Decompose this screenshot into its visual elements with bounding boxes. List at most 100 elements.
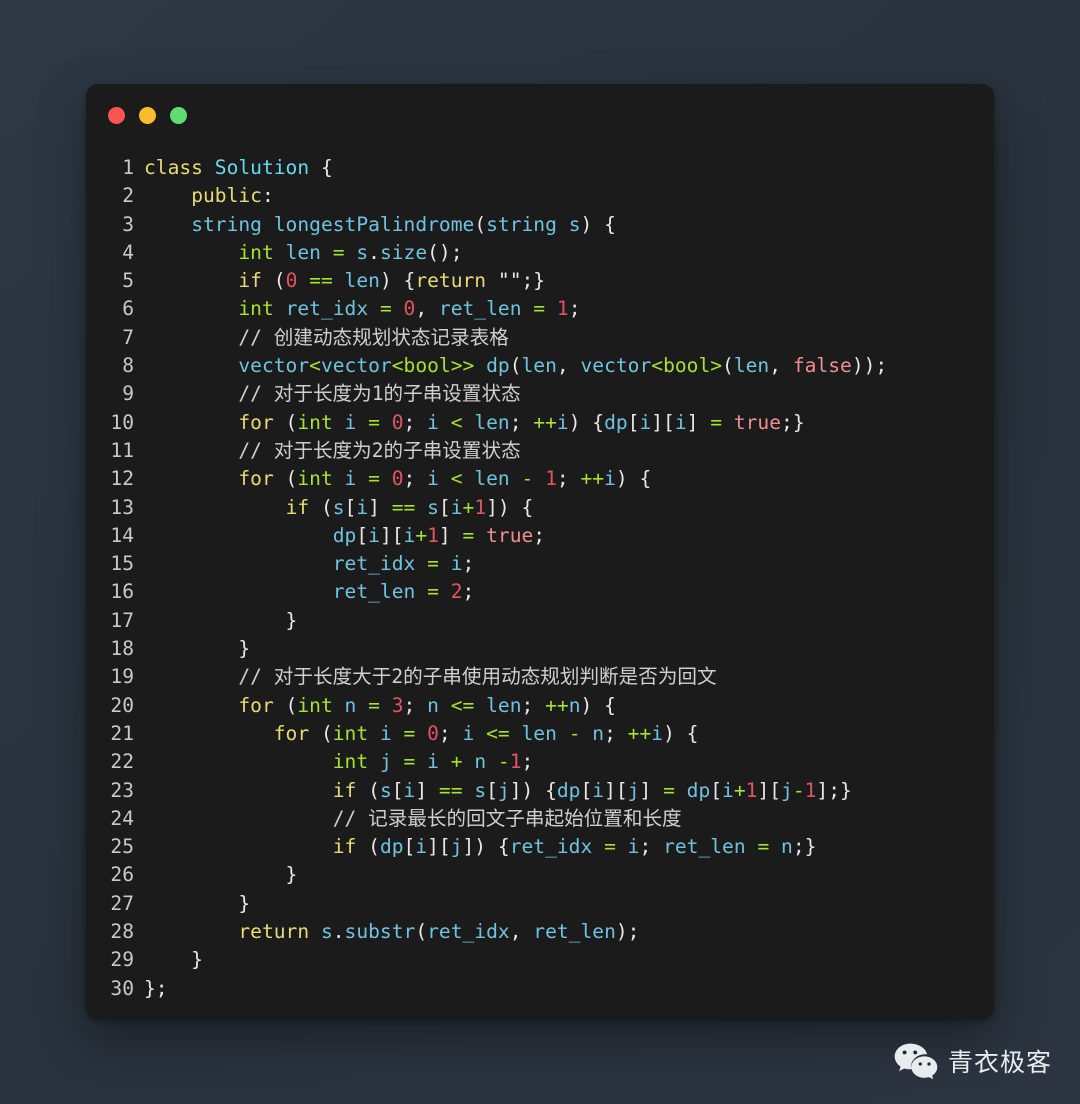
line-number: 25 (110, 835, 134, 859)
page-root: 1 class Solution {2 public: 3 string longe… (0, 0, 1080, 1104)
code-line: 8 vector<vector<bool>> dp(len, vector<bo… (86, 352, 994, 380)
code-line-text: public: (191, 184, 274, 208)
line-number: 24 (110, 806, 134, 830)
close-button[interactable] (108, 106, 125, 124)
line-number: 28 (110, 920, 134, 944)
line-number: 19 (110, 665, 134, 689)
line-number: 22 (110, 750, 134, 774)
code-line: 18 } (86, 635, 994, 663)
code-line-text: for (int n = 3; n <= len; ++n) { (238, 693, 616, 717)
code-line: 26 } (86, 861, 994, 889)
code-line-text: return s.substr(ret_idx, ret_len); (238, 920, 640, 944)
code-line-text: for (int i = 0; i < len - 1; ++i) { (238, 467, 652, 491)
code-line: 25 if (dp[i][j]) {ret_idx = i; ret_len =… (86, 833, 994, 861)
code-line: 27 } (86, 890, 994, 918)
maximize-button[interactable] (170, 106, 187, 124)
code-line-text: for (int i = 0; i <= len - n; ++i) { (273, 721, 699, 745)
line-number: 26 (110, 863, 134, 887)
code-line: 24 // 记录最长的回文子串起始位置和长度 (86, 805, 994, 833)
code-line: 4 int len = s.size(); (86, 239, 994, 267)
line-number: 29 (110, 948, 134, 972)
code-line: 29 } (86, 946, 994, 974)
code-window: 1 class Solution {2 public: 3 string longe… (86, 84, 994, 1019)
code-line-text: }; (144, 976, 168, 1000)
code-line: 1 class Solution { (86, 154, 994, 182)
code-line-text: string longestPalindrome(string s) { (191, 212, 616, 236)
code-line: 9 // 对于长度为1的子串设置状态 (86, 380, 994, 408)
line-number: 18 (110, 637, 134, 661)
code-line: 17 } (86, 607, 994, 635)
code-line-text: for (int i = 0; i < len; ++i) {dp[i][i] … (238, 410, 805, 434)
window-titlebar (86, 84, 994, 146)
line-number: 4 (122, 240, 134, 264)
code-line-text: // 创建动态规划状态记录表格 (238, 325, 509, 349)
watermark: 青衣极客 (894, 1042, 1052, 1080)
code-line-text: if (s[i] == s[i+1]) { (285, 495, 534, 519)
line-number: 14 (110, 523, 134, 547)
line-number: 11 (110, 438, 134, 462)
code-line-text: class Solution { (144, 156, 333, 179)
code-line-text: // 对于长度为1的子串设置状态 (238, 382, 521, 406)
code-line-text: } (144, 608, 298, 632)
code-line-text: dp[i][i+1] = true; (332, 523, 546, 547)
code-line: 23 if (s[i] == s[j]) {dp[i][j] = dp[i+1]… (86, 777, 994, 805)
code-line: 14 dp[i][i+1] = true; (86, 522, 994, 550)
line-number: 21 (110, 721, 134, 745)
code-editor[interactable]: 1 class Solution {2 public: 3 string longe… (86, 146, 994, 1003)
line-number: 2 (122, 184, 134, 208)
line-number: 20 (110, 693, 134, 717)
code-line: 10 for (int i = 0; i < len; ++i) {dp[i][… (86, 409, 994, 437)
line-number: 13 (110, 495, 134, 519)
code-line: 6 int ret_idx = 0, ret_len = 1; (86, 295, 994, 323)
code-line-text: } (144, 891, 251, 915)
line-number: 8 (122, 354, 134, 378)
code-line-text: if (s[i] == s[j]) {dp[i][j] = dp[i+1][j-… (332, 778, 852, 802)
code-line: 19 // 对于长度大于2的子串使用动态规划判断是否为回文 (86, 663, 994, 691)
code-line: 15 ret_idx = i; (86, 550, 994, 578)
code-line: 16 ret_len = 2; (86, 578, 994, 606)
code-line-text: // 对于长度为2的子串设置状态 (238, 438, 521, 462)
code-line-text: } (144, 637, 251, 661)
watermark-label: 青衣极客 (947, 1048, 1052, 1077)
code-line: 20 for (int n = 3; n <= len; ++n) { (86, 692, 994, 720)
code-line: 12 for (int i = 0; i < len - 1; ++i) { (86, 465, 994, 493)
code-line-text: } (144, 948, 203, 972)
code-line-text: int len = s.size(); (238, 240, 463, 264)
line-number: 30 (110, 976, 134, 1000)
line-number: 9 (122, 382, 134, 406)
code-line: 7 // 创建动态规划状态记录表格 (86, 324, 994, 352)
minimize-button[interactable] (139, 106, 156, 124)
code-line: 13 if (s[i] == s[i+1]) { (86, 494, 994, 522)
line-number: 23 (110, 778, 134, 802)
code-line-text: } (144, 863, 298, 887)
code-line: 21 for (int i = 0; i <= len - n; ++i) { (86, 720, 994, 748)
code-line: 11 // 对于长度为2的子串设置状态 (86, 437, 994, 465)
wechat-icon (894, 1043, 938, 1080)
code-line-text: int ret_idx = 0, ret_len = 1; (238, 297, 581, 321)
code-line-text: ret_len = 2; (332, 580, 475, 604)
line-number: 7 (122, 325, 134, 349)
code-line: 22 int j = i + n -1; (86, 748, 994, 776)
line-number: 6 (122, 297, 134, 321)
code-line: 2 public: (86, 182, 994, 210)
code-line: 30}; (86, 975, 994, 1003)
line-number: 1 (122, 156, 134, 179)
code-line-text: if (0 == len) {return "";} (238, 269, 546, 293)
code-line-text: int j = i + n -1; (332, 750, 534, 774)
code-line: 3 string longestPalindrome(string s) { (86, 211, 994, 239)
line-number: 10 (110, 410, 134, 434)
line-number: 17 (110, 608, 134, 632)
line-number: 12 (110, 467, 134, 491)
line-number: 16 (110, 580, 134, 604)
code-line-text: if (dp[i][j]) {ret_idx = i; ret_len = n;… (332, 835, 817, 859)
line-number: 15 (110, 552, 134, 576)
code-line-text: // 记录最长的回文子串起始位置和长度 (332, 806, 682, 830)
line-number: 5 (122, 269, 134, 293)
code-line: 28 return s.substr(ret_idx, ret_len); (86, 918, 994, 946)
line-number: 27 (110, 891, 134, 915)
line-number: 3 (122, 212, 134, 236)
code-line-text: vector<vector<bool>> dp(len, vector<bool… (238, 354, 888, 378)
code-line: 5 if (0 == len) {return "";} (86, 267, 994, 295)
code-line-text: // 对于长度大于2的子串使用动态规划判断是否为回文 (238, 665, 717, 689)
code-line-text: ret_idx = i; (332, 552, 475, 576)
